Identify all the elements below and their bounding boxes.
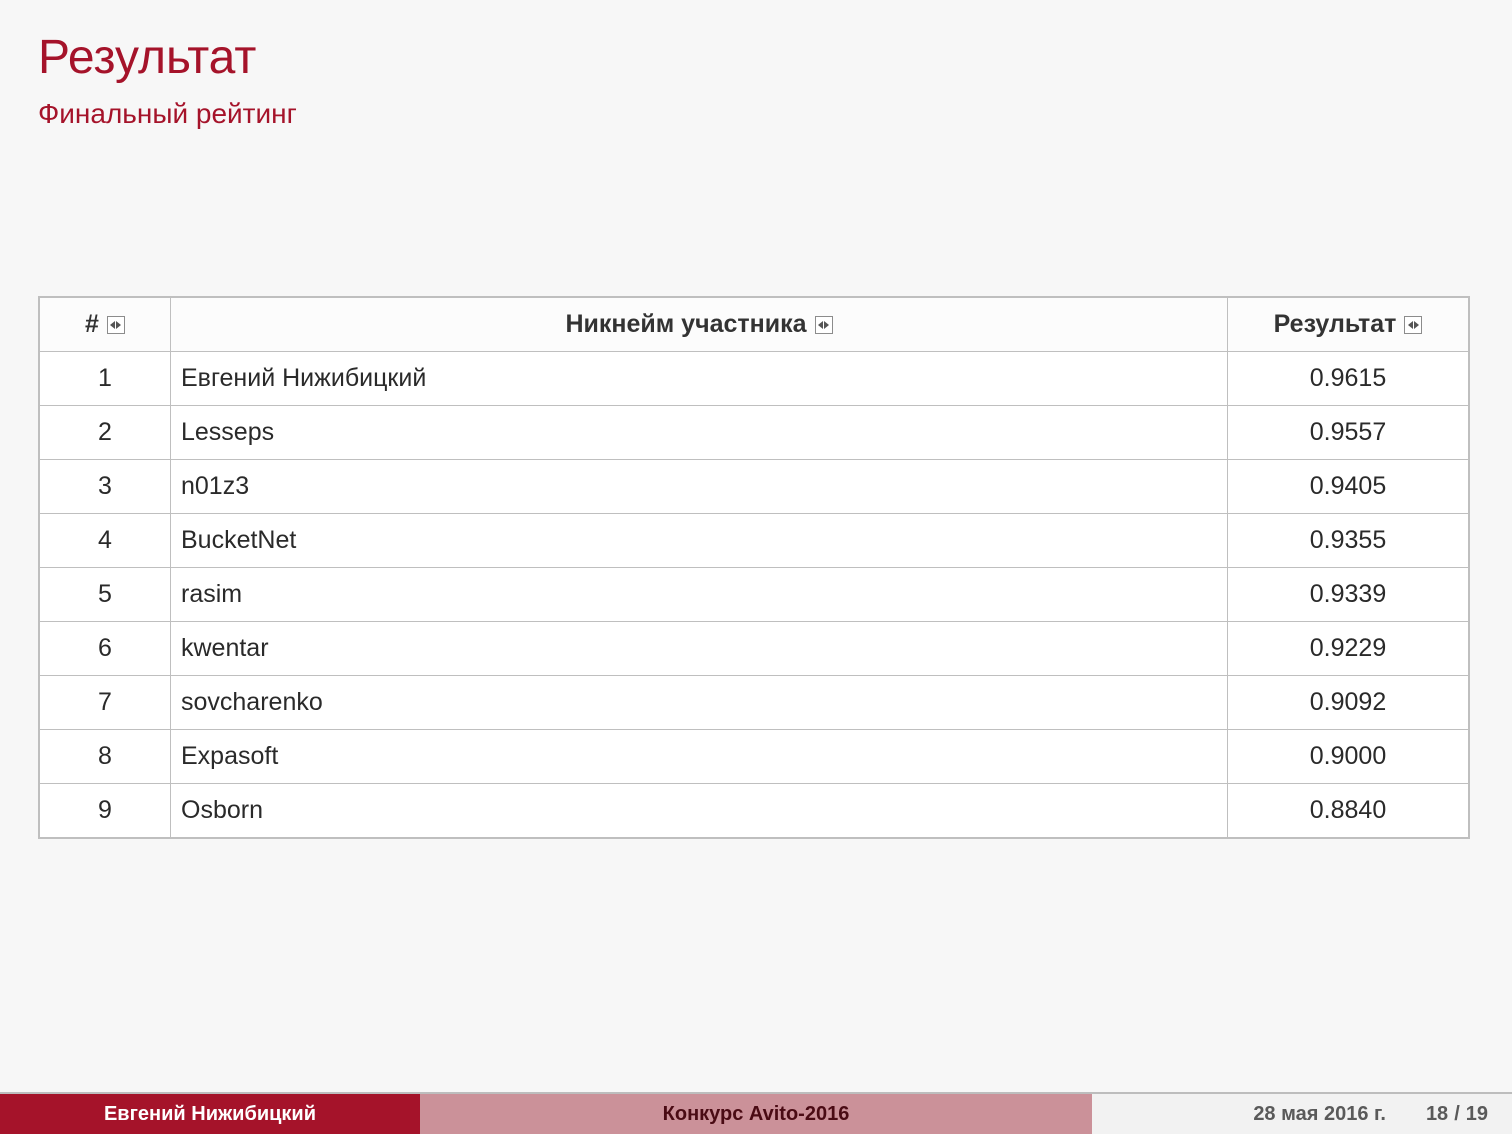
table-row: 5 rasim 0.9339 — [39, 568, 1469, 622]
cell-rank: 4 — [39, 514, 171, 568]
table-row: 3 n01z3 0.9405 — [39, 460, 1469, 514]
cell-rank: 9 — [39, 784, 171, 839]
cell-score: 0.9229 — [1228, 622, 1470, 676]
sort-icon[interactable] — [107, 316, 125, 334]
cell-name: kwentar — [171, 622, 1228, 676]
table-row: 1 Евгений Нижибицкий 0.9615 — [39, 352, 1469, 406]
cell-name: Евгений Нижибицкий — [171, 352, 1228, 406]
sort-icon[interactable] — [815, 316, 833, 334]
cell-name: Expasoft — [171, 730, 1228, 784]
ranking-table: # Никнейм участника Результат — [38, 296, 1470, 839]
slide-footer: Евгений Нижибицкий Конкурс Avito-2016 28… — [0, 1094, 1512, 1134]
cell-name: Osborn — [171, 784, 1228, 839]
cell-name: BucketNet — [171, 514, 1228, 568]
sort-icon[interactable] — [1404, 316, 1422, 334]
cell-name: n01z3 — [171, 460, 1228, 514]
cell-score: 0.9615 — [1228, 352, 1470, 406]
slide-title: Результат — [38, 30, 256, 85]
table-row: 7 sovcharenko 0.9092 — [39, 676, 1469, 730]
slide-subtitle: Финальный рейтинг — [38, 98, 297, 130]
col-header-score[interactable]: Результат — [1228, 297, 1470, 352]
footer-page-total: 19 — [1466, 1103, 1488, 1126]
cell-name: Lesseps — [171, 406, 1228, 460]
table-header-row: # Никнейм участника Результат — [39, 297, 1469, 352]
ranking-table-container: # Никнейм участника Результат — [38, 296, 1470, 839]
cell-score: 0.9339 — [1228, 568, 1470, 622]
footer-right: 28 мая 2016 г. 18 / 19 — [1092, 1094, 1512, 1134]
footer-page: 18 / 19 — [1426, 1103, 1488, 1126]
col-header-rank[interactable]: # — [39, 297, 171, 352]
cell-rank: 7 — [39, 676, 171, 730]
table-row: 9 Osborn 0.8840 — [39, 784, 1469, 839]
cell-score: 0.9405 — [1228, 460, 1470, 514]
cell-name: sovcharenko — [171, 676, 1228, 730]
cell-score: 0.9355 — [1228, 514, 1470, 568]
cell-rank: 3 — [39, 460, 171, 514]
table-row: 8 Expasoft 0.9000 — [39, 730, 1469, 784]
cell-rank: 6 — [39, 622, 171, 676]
cell-rank: 5 — [39, 568, 171, 622]
cell-name: rasim — [171, 568, 1228, 622]
cell-rank: 8 — [39, 730, 171, 784]
table-row: 6 kwentar 0.9229 — [39, 622, 1469, 676]
cell-score: 0.9000 — [1228, 730, 1470, 784]
cell-score: 0.9092 — [1228, 676, 1470, 730]
col-header-name[interactable]: Никнейм участника — [171, 297, 1228, 352]
cell-rank: 1 — [39, 352, 171, 406]
footer-page-current: 18 — [1426, 1103, 1448, 1126]
footer-competition: Конкурс Avito-2016 — [420, 1094, 1092, 1134]
cell-score: 0.9557 — [1228, 406, 1470, 460]
col-header-score-label: Результат — [1274, 310, 1397, 339]
cell-score: 0.8840 — [1228, 784, 1470, 839]
col-header-name-label: Никнейм участника — [565, 310, 806, 339]
table-row: 2 Lesseps 0.9557 — [39, 406, 1469, 460]
table-row: 4 BucketNet 0.9355 — [39, 514, 1469, 568]
cell-rank: 2 — [39, 406, 171, 460]
col-header-rank-label: # — [85, 310, 99, 339]
footer-date: 28 мая 2016 г. — [1253, 1103, 1386, 1126]
footer-author: Евгений Нижибицкий — [0, 1094, 420, 1134]
footer-page-sep: / — [1454, 1103, 1460, 1126]
